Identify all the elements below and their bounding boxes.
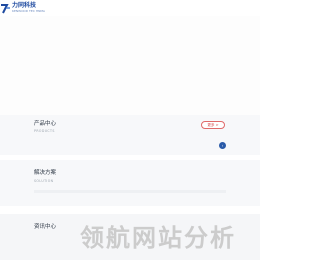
more-button[interactable]: 更多 > xyxy=(201,121,225,129)
logo-mark-icon xyxy=(1,4,10,14)
brand-logo[interactable]: 力同科技 KENWOOD TEC HNMA xyxy=(0,2,80,14)
news-title: 资讯中心 xyxy=(34,224,57,230)
section-divider xyxy=(34,190,226,193)
solutions-subtitle: SOLUTION xyxy=(34,179,54,183)
products-title: 产品中心 xyxy=(34,121,57,127)
products-subtitle: PRODUCTS xyxy=(34,129,55,133)
site-header: 力同科技 KENWOOD TEC HNMA xyxy=(0,0,260,16)
solutions-section: 解决方案 SOLUTION xyxy=(0,160,260,206)
banner-area xyxy=(0,16,260,115)
logo-tagline: KENWOOD TEC HNMA xyxy=(12,9,45,13)
next-arrow-icon[interactable]: › xyxy=(219,142,226,149)
logo-name: 力同科技 xyxy=(12,2,37,9)
watermark-text: 领航网站分析 xyxy=(80,224,236,252)
solutions-title: 解决方案 xyxy=(34,170,57,176)
